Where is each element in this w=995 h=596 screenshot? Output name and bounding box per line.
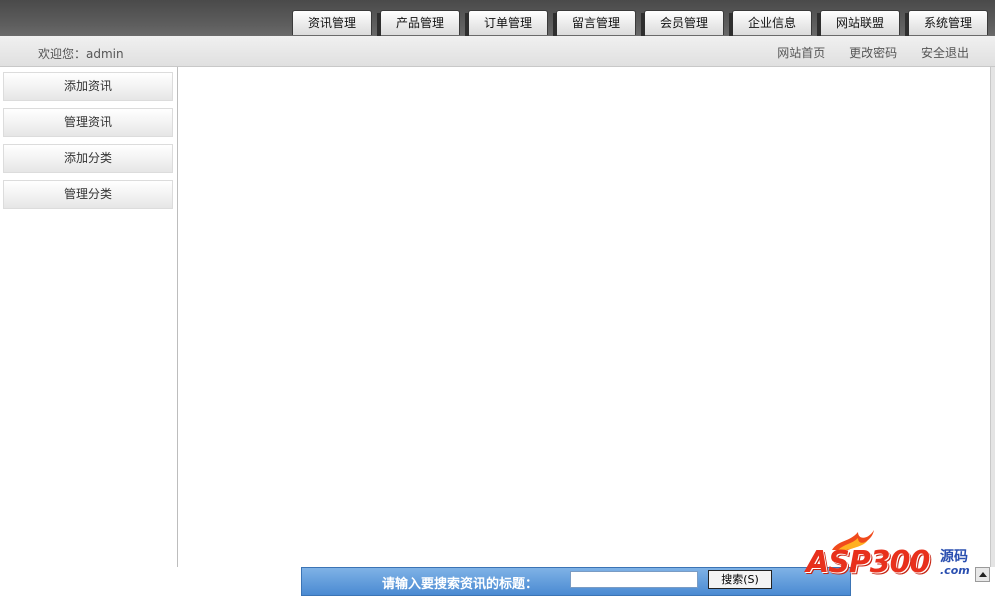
sidebar-item-add-category[interactable]: 添加分类 [3,144,173,173]
home-link[interactable]: 网站首页 [777,46,825,60]
header-links: 网站首页 更改密码 安全退出 [757,44,969,61]
user-info-bar: 欢迎您：admin 网站首页 更改密码 安全退出 [0,36,995,67]
search-input[interactable] [570,571,698,588]
tab-label: 产品管理 [395,16,444,30]
search-bar: 请输入要搜索资讯的标题： 搜索(S) [301,567,851,596]
sidebar-item-label: 管理资讯 [63,115,112,129]
main-frame-scrollbar[interactable] [990,67,995,567]
sidebar-item-label: 添加分类 [63,151,112,165]
sidebar-item-manage-news[interactable]: 管理资讯 [3,108,173,137]
sidebar-item-add-news[interactable]: 添加资讯 [3,72,173,101]
welcome-text: 欢迎您：admin [38,47,124,61]
tab-label: 订单管理 [483,16,532,30]
tab-members[interactable]: 会员管理 [641,10,724,36]
tab-orders[interactable]: 订单管理 [465,10,548,36]
asp300-watermark-logo: ASP300 源码 .com [806,528,976,580]
logout-link[interactable]: 安全退出 [921,46,969,60]
sidebar-menu: 添加资讯 管理资讯 添加分类 管理分类 [0,67,178,567]
search-label: 请输入要搜索资讯的标题： [382,577,539,592]
change-password-link[interactable]: 更改密码 [849,46,897,60]
tab-label: 资讯管理 [307,16,356,30]
tab-site-alliance[interactable]: 网站联盟 [817,10,900,36]
tab-label: 企业信息 [747,16,796,30]
sidebar-item-label: 添加资讯 [63,79,112,93]
top-navigation-bar: 资讯管理 产品管理 订单管理 留言管理 会员管理 企业信息 网站联盟 系统管理 [0,0,995,36]
search-button[interactable]: 搜索(S) [708,570,772,589]
tab-label: 网站联盟 [835,16,884,30]
logo-cn: 源码 [940,549,968,565]
tab-messages[interactable]: 留言管理 [553,10,636,36]
tab-products[interactable]: 产品管理 [377,10,460,36]
tab-company-info[interactable]: 企业信息 [729,10,812,36]
tab-system[interactable]: 系统管理 [905,10,988,36]
sidebar-item-label: 管理分类 [63,187,112,201]
tab-news[interactable]: 资讯管理 [292,10,372,35]
scroll-up-arrow[interactable] [975,567,990,582]
logo-brand: ASP300 [806,545,930,580]
tab-label: 留言管理 [571,16,620,30]
tab-label: 系统管理 [923,16,972,30]
logo-domain: .com [940,564,970,577]
tab-label: 会员管理 [659,16,708,30]
sidebar-item-manage-category[interactable]: 管理分类 [3,180,173,209]
